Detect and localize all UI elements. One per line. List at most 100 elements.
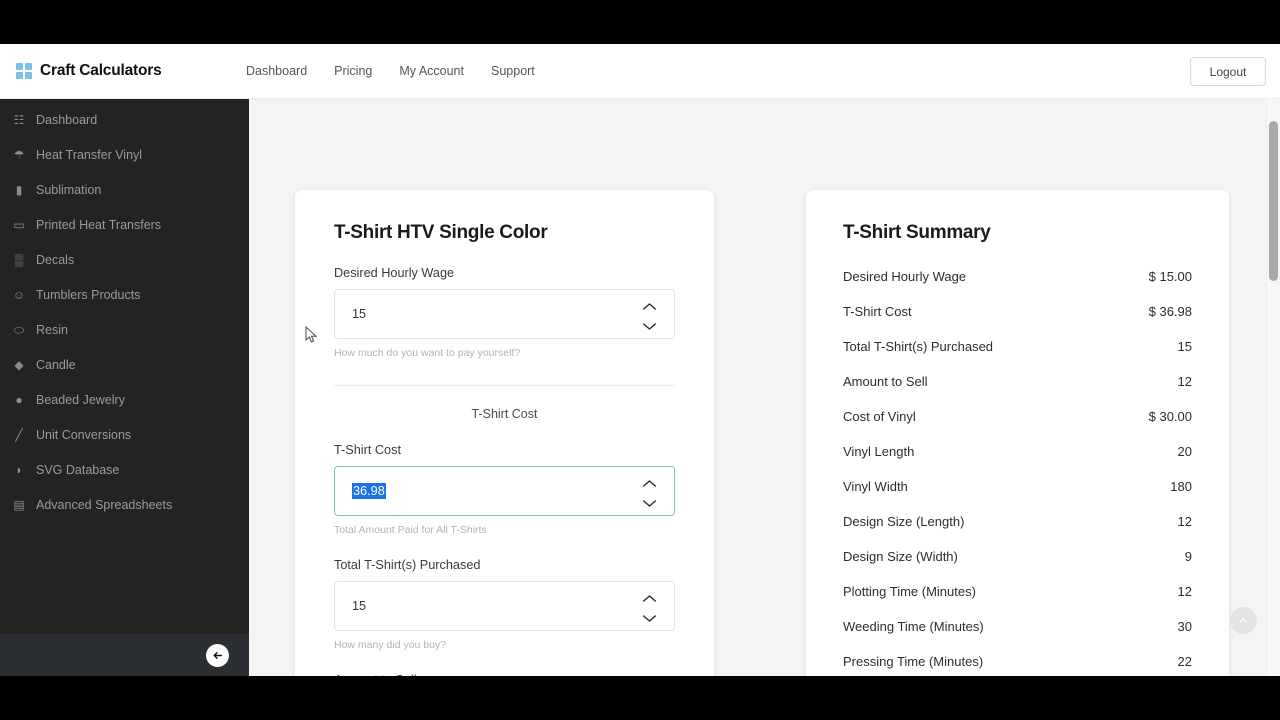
summary-row-value: $ 30.00 — [1148, 409, 1192, 424]
sidebar-item-resin[interactable]: ⬭ Resin — [0, 312, 249, 347]
summary-row-value: 9 — [1184, 549, 1192, 564]
summary-row: Vinyl Width 180 — [843, 479, 1192, 494]
input-desired-hourly-wage[interactable]: 15 — [334, 289, 675, 339]
sidebar-item-label: Decals — [36, 252, 75, 267]
vertical-scrollbar[interactable] — [1266, 99, 1280, 676]
bag-icon: ▮ — [15, 182, 23, 197]
sidebar-item-heat-transfer-vinyl[interactable]: ☂ Heat Transfer Vinyl — [0, 137, 249, 172]
summary-row-label: Desired Hourly Wage — [843, 269, 967, 284]
sidebar-item-label: Heat Transfer Vinyl — [36, 147, 143, 162]
sidebar-item-label: SVG Database — [36, 462, 120, 477]
scroll-to-top-button[interactable] — [1230, 607, 1257, 634]
page-title: T-Shirt HTV Single Color — [334, 222, 548, 243]
nav-link-support[interactable]: Support — [491, 64, 535, 78]
stepper-up-icon[interactable] — [642, 298, 657, 310]
sidebar-item-label: Printed Heat Transfers — [36, 217, 162, 232]
summary-row: Weeding Time (Minutes) 30 — [843, 619, 1192, 634]
summary-row-label: Vinyl Length — [843, 444, 915, 459]
smiley-icon: ☺ — [12, 287, 26, 302]
summary-row-label: Amount to Sell — [843, 374, 928, 389]
summary-row-value: 12 — [1177, 374, 1192, 389]
helper-total-purchased: How many did you buy? — [334, 639, 447, 651]
stepper-down-icon[interactable] — [642, 318, 657, 330]
stepper-up-icon[interactable] — [642, 475, 657, 487]
sidebar-item-advanced-spreadsheets[interactable]: ▤ Advanced Spreadsheets — [0, 487, 249, 522]
scrollbar-thumb[interactable] — [1269, 121, 1278, 281]
sidebar-item-dashboard[interactable]: ☷ Dashboard — [0, 102, 249, 137]
summary-row-label: Vinyl Width — [843, 479, 908, 494]
stepper-down-icon[interactable] — [642, 495, 657, 507]
summary-rows: Desired Hourly Wage $ 15.00 T-Shirt Cost $ … — [843, 269, 1192, 669]
summary-row-value: 20 — [1177, 444, 1192, 459]
summary-row: Cost of Vinyl $ 30.00 — [843, 409, 1192, 424]
mouse-cursor — [305, 326, 318, 343]
summary-row-value: $ 36.98 — [1148, 304, 1192, 319]
resin-icon: ⬭ — [13, 322, 25, 337]
sidebar-item-label: Tumblers Products — [36, 287, 141, 302]
letterbox-top — [0, 0, 1280, 44]
brand-name: Craft Calculators — [40, 62, 162, 79]
summary-card: T-Shirt Summary Desired Hourly Wage $ 15.… — [806, 190, 1229, 676]
sidebar-item-beaded-jewelry[interactable]: ● Beaded Jewelry — [0, 382, 249, 417]
divider-1 — [334, 385, 675, 386]
summary-row: T-Shirt Cost $ 36.98 — [843, 304, 1192, 319]
summary-row-label: Design Size (Width) — [843, 549, 958, 564]
input-tshirt-cost[interactable]: 36.98 — [334, 466, 675, 516]
summary-row: Amount to Sell 12 — [843, 374, 1192, 389]
stepper-up-icon[interactable] — [642, 590, 657, 602]
ruler-icon: ╱ — [15, 427, 23, 442]
stepper-down-icon[interactable] — [642, 610, 657, 622]
letterbox-bottom — [0, 676, 1280, 720]
sidebar-item-decals[interactable]: ▒ Decals — [0, 242, 249, 277]
summary-row-value: 15 — [1177, 339, 1192, 354]
sidebar-menu: ☷ Dashboard ☂ Heat Transfer Vinyl ▮ Sublimati… — [0, 102, 249, 522]
decal-icon: ▒ — [14, 252, 24, 267]
summary-row-label: Cost of Vinyl — [843, 409, 916, 424]
input-total-tshirts-purchased[interactable]: 15 — [334, 581, 675, 631]
sidebar-item-sublimation[interactable]: ▮ Sublimation — [0, 172, 249, 207]
summary-row: Pressing Time (Minutes) 22 — [843, 654, 1192, 669]
summary-row-label: Plotting Time (Minutes) — [843, 584, 976, 599]
summary-row-value: $ 15.00 — [1148, 269, 1192, 284]
summary-row-label: T-Shirt Cost — [843, 304, 912, 319]
sidebar-item-label: Unit Conversions — [36, 427, 132, 442]
field-label-tshirt-cost: T-Shirt Cost — [334, 443, 401, 457]
flame-icon: ◆ — [14, 357, 24, 372]
summary-row: Desired Hourly Wage $ 15.00 — [843, 269, 1192, 284]
summary-row-label: Design Size (Length) — [843, 514, 965, 529]
sidebar-item-tumblers-products[interactable]: ☺ Tumblers Products — [0, 277, 249, 312]
summary-row-value: 12 — [1177, 514, 1192, 529]
sidebar-item-printed-heat-transfers[interactable]: ▭ Printed Heat Transfers — [0, 207, 249, 242]
summary-row: Plotting Time (Minutes) 12 — [843, 584, 1192, 599]
svg-icon: ◗ — [15, 462, 23, 477]
sidebar-item-svg-database[interactable]: ◗ SVG Database — [0, 452, 249, 487]
section-title-tshirt-cost: T-Shirt Cost — [471, 407, 538, 421]
logout-button[interactable]: Logout — [1190, 57, 1266, 86]
summary-row-value: 12 — [1177, 584, 1192, 599]
calculator-form-card: T-Shirt HTV Single Color Desired Hourly … — [295, 190, 714, 676]
sidebar-item-label: Beaded Jewelry — [36, 392, 125, 407]
grid-logo-icon — [16, 63, 32, 79]
bead-circle-icon: ● — [15, 392, 23, 407]
main-content: T-Shirt HTV Single Color Desired Hourly … — [249, 99, 1280, 676]
brand-logo[interactable]: Craft Calculators — [16, 62, 246, 80]
helper-hourly-wage: How much do you want to pay yourself? — [334, 347, 521, 359]
stepper-total-purchased[interactable] — [642, 590, 657, 622]
helper-tshirt-cost: Total Amount Paid for All T-Shirts — [334, 524, 487, 536]
summary-row-label: Weeding Time (Minutes) — [843, 619, 984, 634]
sidebar-item-candle[interactable]: ◆ Candle — [0, 347, 249, 382]
nav-link-pricing[interactable]: Pricing — [334, 64, 372, 78]
sidebar-item-label: Sublimation — [36, 182, 102, 197]
nav-link-dashboard[interactable]: Dashboard — [246, 64, 307, 78]
document-icon: ▭ — [13, 217, 25, 232]
sidebar-item-label: Dashboard — [36, 112, 98, 127]
arrow-left-circle-icon[interactable] — [206, 643, 229, 667]
grid-dashboard-icon: ☷ — [13, 112, 25, 127]
field-label-hourly-wage: Desired Hourly Wage — [334, 266, 455, 280]
stepper-hourly-wage[interactable] — [642, 298, 657, 330]
sidebar-footer — [0, 634, 249, 676]
sidebar-item-unit-conversions[interactable]: ╱ Unit Conversions — [0, 417, 249, 452]
summary-row-value: 180 — [1170, 479, 1192, 494]
stepper-tshirt-cost[interactable] — [642, 475, 657, 507]
nav-link-my-account[interactable]: My Account — [399, 64, 464, 78]
